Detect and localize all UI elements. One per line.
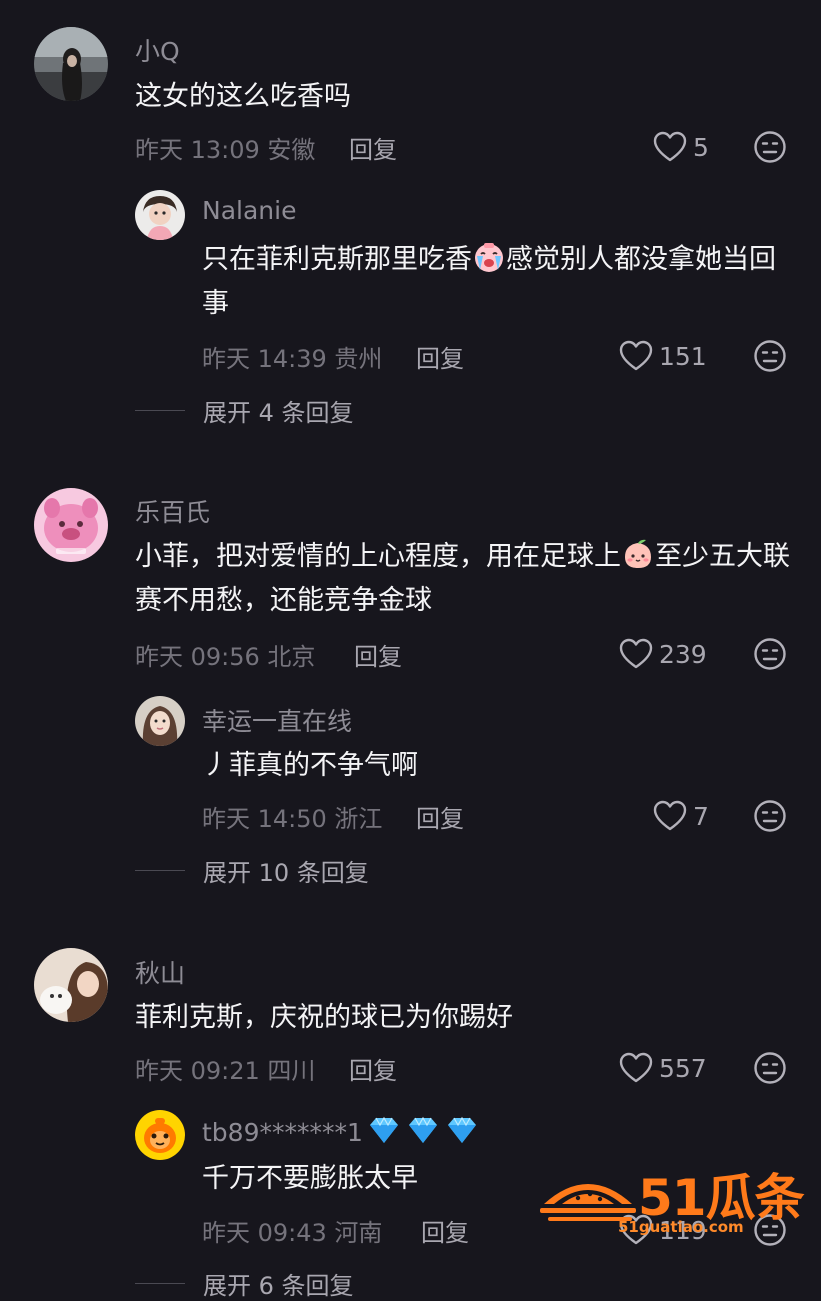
frown-face-icon — [753, 637, 787, 671]
comment-meta: 昨天 09:21 四川 — [135, 1057, 316, 1085]
reply-button[interactable]: 回复 — [354, 637, 402, 672]
like-count: 557 — [659, 1053, 707, 1083]
dislike-button[interactable] — [753, 339, 787, 373]
heart-outline-icon — [619, 1052, 653, 1084]
reply-username[interactable]: 幸运一直在线 — [202, 702, 352, 738]
divider — [135, 1282, 185, 1284]
reply-meta: 昨天 14:50 浙江 — [202, 805, 383, 833]
reply-meta: 昨天 09:43 河南 — [202, 1219, 383, 1247]
heart-outline-icon — [619, 340, 653, 372]
diamond-icon — [366, 1115, 402, 1145]
reply-text-part: 只在菲利克斯那里吃香 — [202, 244, 472, 275]
divider — [135, 869, 185, 871]
comment-meta: 昨天 13:09 安徽 — [135, 136, 316, 164]
like-count: 151 — [659, 341, 707, 371]
comment-text: 菲利克斯，庆祝的球已为你踢好 — [135, 1002, 513, 1033]
expand-replies-label: 展开 4 条回复 — [203, 398, 354, 427]
comment-meta: 昨天 09:56 北京 — [135, 643, 316, 671]
reply-text: 丿菲真的不争气啊 — [202, 750, 418, 781]
comment-username[interactable]: 秋山 — [135, 954, 185, 990]
reply-button[interactable]: 回复 — [416, 799, 464, 834]
like-button[interactable]: 239 — [619, 637, 707, 671]
peach-face-emoji — [621, 537, 655, 571]
expand-replies-button[interactable]: 展开 4 条回复 — [135, 393, 354, 427]
reply-button[interactable]: 回复 — [349, 1051, 397, 1086]
heart-outline-icon — [653, 131, 687, 163]
like-button[interactable]: 557 — [619, 1051, 707, 1085]
frown-face-icon — [753, 1051, 787, 1085]
comment-username[interactable]: 乐百氏 — [135, 493, 210, 529]
like-count: 239 — [659, 639, 707, 669]
reply-button[interactable]: 回复 — [349, 130, 397, 165]
diamond-icon — [405, 1115, 441, 1145]
dislike-button[interactable] — [753, 637, 787, 671]
like-count: 5 — [693, 132, 709, 162]
expand-replies-label: 展开 6 条回复 — [203, 1271, 354, 1300]
like-button[interactable]: 151 — [619, 339, 707, 373]
expand-replies-button[interactable]: 展开 6 条回复 — [135, 1266, 354, 1300]
reply-username-text: tb89*******1 — [202, 1118, 363, 1147]
comment-text-part: 小菲，把对爱情的上心程度，用在足球上 — [135, 541, 621, 572]
avatar[interactable] — [34, 488, 108, 562]
comment-text: 这女的这么吃香吗 — [135, 81, 351, 112]
expand-replies-label: 展开 10 条回复 — [203, 858, 369, 887]
comment-text: 小菲，把对爱情的上心程度，用在足球上 至少五大联赛不用愁，还能竞争金球 — [135, 535, 795, 623]
dislike-button[interactable] — [753, 1051, 787, 1085]
like-count: 7 — [693, 801, 709, 831]
heart-outline-icon — [619, 638, 653, 670]
frown-face-icon — [753, 130, 787, 164]
heart-outline-icon — [653, 800, 687, 832]
expand-replies-button[interactable]: 展开 10 条回复 — [135, 853, 369, 887]
reply-username[interactable]: Nalanie — [202, 196, 296, 225]
avatar[interactable] — [135, 190, 185, 240]
reply-username[interactable]: tb89*******1 — [202, 1115, 480, 1147]
like-button[interactable]: 7 — [653, 799, 709, 833]
diamond-icon — [444, 1115, 480, 1145]
crying-face-emoji — [472, 240, 506, 274]
frown-face-icon — [753, 799, 787, 833]
reply-button[interactable]: 回复 — [416, 339, 464, 374]
avatar[interactable] — [135, 1110, 185, 1160]
avatar[interactable] — [34, 27, 108, 101]
dislike-button[interactable] — [753, 130, 787, 164]
avatar[interactable] — [135, 696, 185, 746]
reply-meta: 昨天 14:39 贵州 — [202, 345, 383, 373]
comment-username[interactable]: 小Q — [135, 32, 180, 68]
reply-text: 千万不要膨胀太早 — [202, 1163, 418, 1194]
dislike-button[interactable] — [753, 799, 787, 833]
frown-face-icon — [753, 339, 787, 373]
divider — [135, 409, 185, 411]
watermark-site: 51guatiao.com — [618, 1218, 744, 1236]
reply-text: 只在菲利克斯那里吃香 感觉别人都没拿她当回事 — [202, 238, 802, 326]
like-button[interactable]: 5 — [653, 130, 709, 164]
watermark-logo: 51瓜条 51guatiao.com — [540, 1162, 805, 1242]
reply-button[interactable]: 回复 — [421, 1213, 469, 1248]
avatar[interactable] — [34, 948, 108, 1022]
